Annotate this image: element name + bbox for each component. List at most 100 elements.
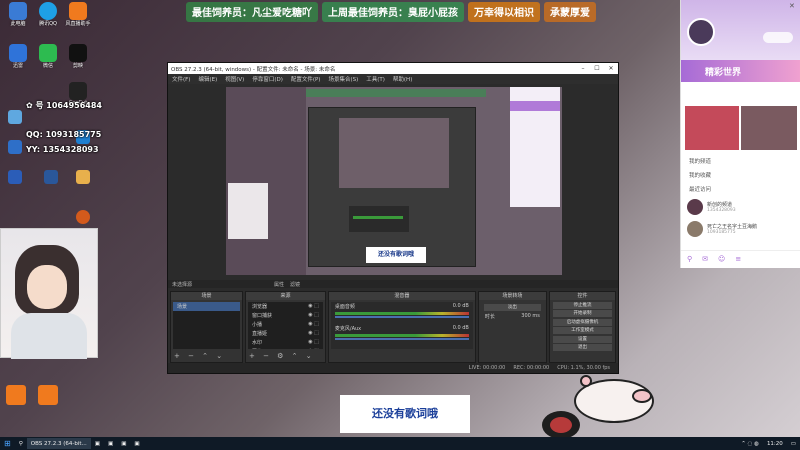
panel-action-button[interactable] <box>763 32 793 43</box>
menu-file[interactable]: 文件(F) <box>172 75 190 83</box>
wechat-icon <box>39 44 57 62</box>
preview-nested-panel-banner <box>510 101 560 111</box>
toolbar-icon[interactable]: ☺ <box>718 255 725 263</box>
recent-channel-2[interactable]: 死亡之王名字土豆海鹅 1093185775 <box>681 218 800 240</box>
banner-message-2: 承蒙厚爱 <box>544 2 596 22</box>
minimize-icon[interactable]: – <box>576 65 590 72</box>
app-icon[interactable] <box>76 210 90 224</box>
source-item[interactable]: 浏览器 ◉ ⬚ <box>248 302 323 311</box>
desktop-icon-jianying[interactable]: 剪映 <box>64 44 92 69</box>
featured-image-left[interactable] <box>685 106 739 150</box>
panel-bottom-toolbar: ⚲ ✉ ☺ ≡ <box>681 250 800 266</box>
notification-icon[interactable]: ▭ <box>787 438 800 449</box>
menu-docks[interactable]: 停靠窗口(D) <box>252 75 283 83</box>
close-icon[interactable]: ✕ <box>604 65 618 72</box>
scenes-header: 场景 <box>171 292 242 300</box>
app-icon[interactable] <box>8 170 22 184</box>
user-avatar[interactable] <box>687 18 715 46</box>
menu-tools[interactable]: 工具(T) <box>366 75 385 83</box>
app-icon[interactable] <box>6 385 26 405</box>
scene-item[interactable]: 场景 <box>173 302 240 311</box>
desktop-icon-live-assistant[interactable]: 风直播助手 <box>64 2 92 27</box>
obs-preview[interactable]: 还没有歌词哦 <box>226 87 562 275</box>
eye-lock-icon[interactable]: ◉ ⬚ <box>308 348 319 349</box>
clock[interactable]: 11:20 <box>763 438 787 449</box>
menu-recent[interactable]: 最近访问 <box>681 182 800 196</box>
maximize-icon[interactable]: ☐ <box>590 65 604 72</box>
app-icon[interactable] <box>44 170 58 184</box>
exit-button[interactable]: 退出 <box>552 344 612 351</box>
app-icon[interactable] <box>8 140 22 154</box>
duration-input[interactable]: 300 ms <box>521 313 540 320</box>
avatar-body <box>11 313 87 359</box>
thunder-icon <box>9 44 27 62</box>
app-icon[interactable] <box>76 170 90 184</box>
scenes-footer-controls[interactable]: + − ⌃ ⌄ <box>174 352 225 360</box>
desktop-icon-qq[interactable]: 腾讯QQ <box>34 2 62 27</box>
transitions-body: 淡出 时长 300 ms <box>480 302 544 349</box>
obs-titlebar[interactable]: OBS 27.2.3 (64-bit, windows) - 配置文件: 未命名… <box>168 63 618 74</box>
menu-view[interactable]: 视图(V) <box>225 75 244 83</box>
menu-help[interactable]: 帮助(H) <box>393 75 412 83</box>
start-button[interactable]: ⊞ <box>0 438 15 449</box>
preview-nested-banner <box>306 89 486 97</box>
toolbar-icon[interactable]: ✉ <box>702 255 708 263</box>
taskbar-app[interactable]: ▣ <box>104 438 117 449</box>
start-virtual-camera-button[interactable]: 启动虚拟摄像机 <box>552 318 612 326</box>
eye-lock-icon[interactable]: ◉ ⬚ <box>308 312 319 319</box>
menu-my-channel[interactable]: 我的频道 <box>681 154 800 168</box>
source-item[interactable]: 窗口捕获 ◉ ⬚ <box>248 311 323 320</box>
taskbar-search-icon[interactable]: ⚲ <box>15 438 27 449</box>
mic-fader[interactable] <box>334 338 469 340</box>
desktop-icon-computer[interactable]: 此电脑 <box>4 2 32 27</box>
app-icon[interactable] <box>8 110 22 124</box>
taskbar-app[interactable]: ▣ <box>117 438 130 449</box>
transitions-header: 场景转场 <box>478 292 546 300</box>
eye-lock-icon[interactable]: ◉ ⬚ <box>308 330 319 337</box>
sources-footer-controls[interactable]: + − ⚙ ⌃ ⌄ <box>249 352 315 360</box>
menu-my-favorites[interactable]: 我的收藏 <box>681 168 800 182</box>
panel-close-icon[interactable]: ✕ <box>789 2 795 10</box>
qq-id-line: ✿ 号 1064956484 <box>26 101 102 110</box>
wonderful-world-banner[interactable]: 精彩世界 <box>681 60 800 82</box>
desktop-audio-fader[interactable] <box>334 316 469 318</box>
sources-dock: 来源 浏览器◉ ⬚ 窗口捕获◉ ⬚ 小播◉ ⬚ 直播姬◉ ⬚ 水印◉ ⬚ 图片◉… <box>245 291 326 363</box>
filters-button[interactable]: 滤镜 <box>290 281 300 288</box>
taskbar-app-obs[interactable]: OBS 27.2.3 (64-bit... <box>26 438 91 449</box>
studio-mode-button[interactable]: 工作室模式 <box>552 327 612 334</box>
desktop-icon-thunder[interactable]: 迅雷 <box>4 44 32 69</box>
preview-nested-lyric: 还没有歌词哦 <box>366 247 426 263</box>
toolbar-icon[interactable]: ⚲ <box>687 255 692 263</box>
settings-button[interactable]: 设置 <box>552 335 612 343</box>
windows-taskbar: ⊞ ⚲ OBS 27.2.3 (64-bit... ▣ ▣ ▣ ▣ ⌃ ◌ ◍ … <box>0 437 800 450</box>
transition-type-select[interactable]: 淡出 <box>483 303 541 311</box>
toolbar-icon[interactable]: ≡ <box>735 255 741 263</box>
start-recording-button[interactable]: 开始录制 <box>552 310 612 317</box>
featured-image-right[interactable] <box>741 106 797 150</box>
obs-window[interactable]: OBS 27.2.3 (64-bit, windows) - 配置文件: 未命名… <box>167 62 619 374</box>
desktop-icon-wechat[interactable]: 微信 <box>34 44 62 69</box>
transitions-dock: 场景转场 淡出 时长 300 ms <box>477 291 547 363</box>
app-icon[interactable] <box>38 385 58 405</box>
eye-lock-icon[interactable]: ◉ ⬚ <box>308 303 319 310</box>
taskbar-app[interactable]: ▣ <box>91 438 104 449</box>
eye-lock-icon[interactable]: ◉ ⬚ <box>308 339 319 346</box>
channel-avatar <box>687 221 703 237</box>
source-item[interactable]: 水印 ◉ ⬚ <box>248 338 323 347</box>
live-assistant-icon <box>69 2 87 20</box>
tray-icons[interactable]: ⌃ ◌ ◍ <box>737 438 763 449</box>
properties-button[interactable]: 属性 <box>274 281 284 288</box>
menu-profile[interactable]: 配置文件(P) <box>291 75 321 83</box>
banner-message-1: 万幸得以相识 <box>468 2 540 22</box>
preview-nested-meter <box>353 216 403 219</box>
recent-channel-1[interactable]: 新创的频道 1354328093 <box>681 196 800 218</box>
source-item[interactable]: 小播 ◉ ⬚ <box>248 320 323 329</box>
menu-edit[interactable]: 编辑(E) <box>198 75 217 83</box>
taskbar-app[interactable]: ▣ <box>130 438 143 449</box>
mixer-header: 混音器 <box>328 292 475 300</box>
source-item[interactable]: 直播姬 ◉ ⬚ <box>248 329 323 338</box>
stop-streaming-button[interactable]: 停止推流 <box>552 301 612 309</box>
source-item[interactable]: 图片◉ ⬚ <box>248 347 323 349</box>
eye-lock-icon[interactable]: ◉ ⬚ <box>308 321 319 328</box>
menu-scene-collection[interactable]: 场景集合(S) <box>328 75 358 83</box>
